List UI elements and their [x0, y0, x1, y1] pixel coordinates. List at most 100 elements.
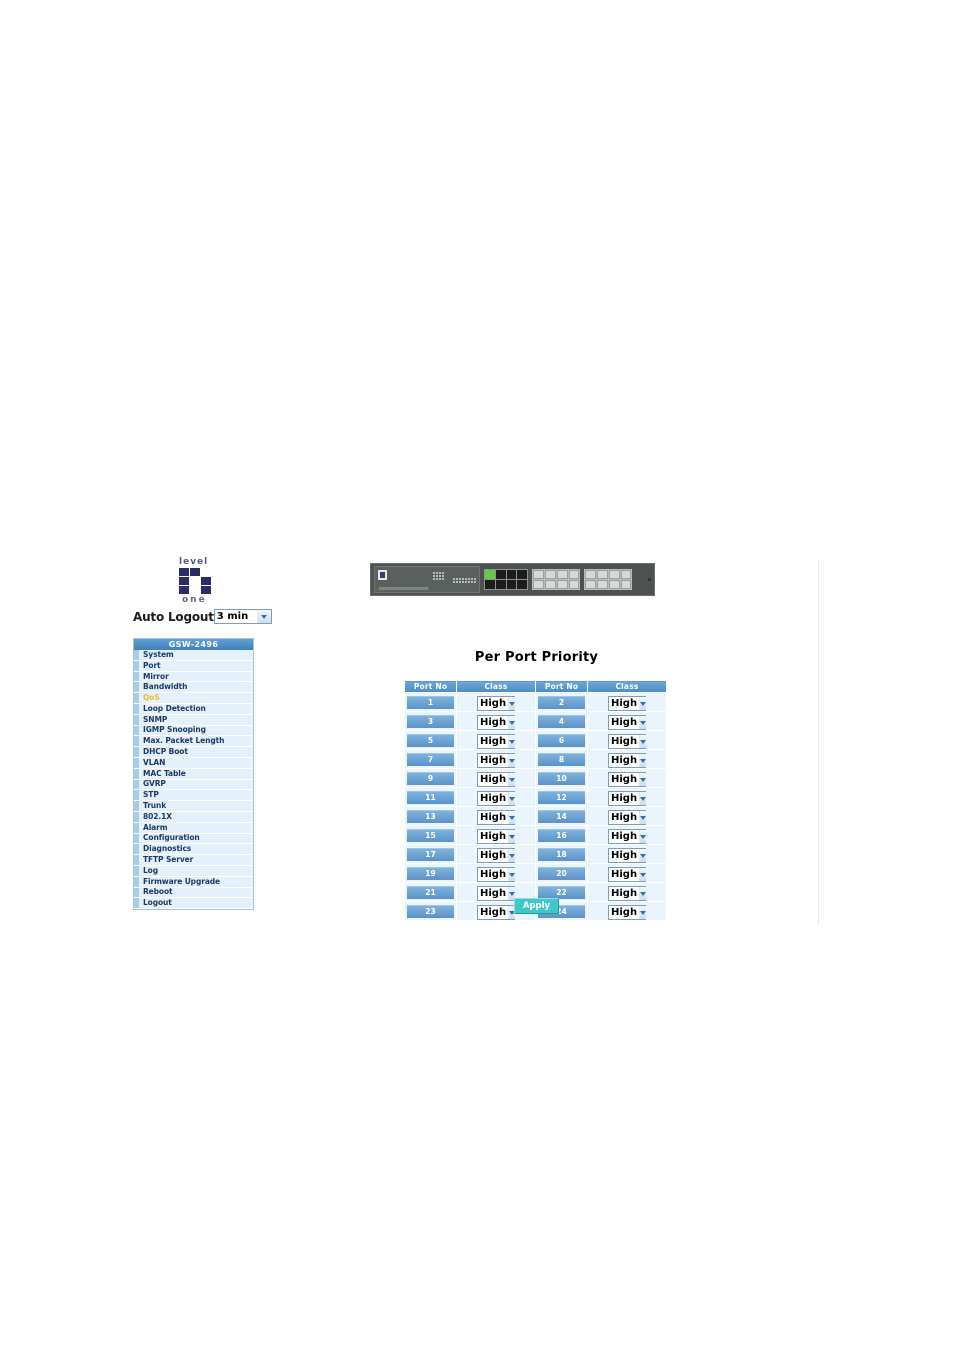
class-select-left[interactable]: High [477, 753, 516, 768]
sidebar-item-loop-detection[interactable]: Loop Detection [134, 704, 253, 715]
auto-logout-select[interactable]: 3 min [213, 609, 272, 624]
chevron-down-icon[interactable] [508, 849, 516, 862]
chevron-down-icon[interactable] [639, 792, 647, 805]
sidebar-item-dhcp-boot[interactable]: DHCP Boot [134, 747, 253, 758]
port-number: 6 [538, 733, 585, 747]
sidebar-item-bandwidth[interactable]: Bandwidth [134, 682, 253, 694]
sidebar-item-reboot[interactable]: Reboot [134, 887, 253, 899]
chevron-down-icon[interactable] [639, 697, 647, 710]
class-select-left[interactable]: High [477, 848, 516, 863]
class-select-right[interactable]: High [608, 696, 647, 711]
chevron-down-icon[interactable] [508, 811, 516, 824]
chevron-down-icon[interactable] [639, 811, 647, 824]
class-select-left[interactable]: High [477, 696, 516, 711]
chevron-down-icon[interactable] [508, 754, 516, 767]
chevron-down-icon[interactable] [639, 868, 647, 881]
class-select-right[interactable]: High [608, 753, 647, 768]
class-select-left[interactable]: High [477, 715, 516, 730]
chevron-down-icon[interactable] [639, 773, 647, 786]
sidebar-item-label: MAC Table [143, 768, 186, 778]
class-select-value: High [611, 717, 638, 728]
class-select-right[interactable]: High [608, 867, 647, 882]
port-number: 16 [538, 828, 585, 842]
class-select-right[interactable]: High [608, 715, 647, 730]
sidebar-item-trunk[interactable]: Trunk [134, 801, 253, 812]
chevron-down-icon[interactable] [639, 754, 647, 767]
sidebar-item-802-1x[interactable]: 802.1X [134, 812, 253, 823]
class-select-value: High [480, 850, 507, 861]
class-cell-right: High [587, 863, 667, 883]
chevron-down-icon[interactable] [508, 716, 516, 729]
sidebar-bullet-icon [134, 887, 139, 898]
class-select-left[interactable]: High [477, 734, 516, 749]
auto-logout-label: Auto Logout [133, 609, 214, 624]
sidebar-item-port[interactable]: Port [134, 661, 253, 672]
class-cell-left: High [456, 787, 536, 807]
sidebar-bullet-icon [134, 898, 139, 909]
class-select-value: High [611, 869, 638, 880]
device-port-bank-3 [584, 569, 633, 590]
left-column: level one [133, 558, 255, 608]
sidebar-bullet-icon [134, 811, 139, 822]
sidebar-bullet-icon [134, 703, 139, 714]
class-cell-left: High [456, 825, 536, 845]
class-cell-left: High [456, 768, 536, 788]
class-select-left[interactable]: High [477, 829, 516, 844]
sidebar-item-mac-table[interactable]: MAC Table [134, 769, 253, 780]
chevron-down-icon[interactable] [639, 735, 647, 748]
column-header-port-no-right: Port No [535, 680, 588, 693]
sidebar-item-vlan[interactable]: VLAN [134, 758, 253, 769]
sidebar-item-max-packet-length[interactable]: Max. Packet Length [134, 736, 253, 748]
class-select-right[interactable]: High [608, 772, 647, 787]
chevron-down-icon[interactable] [508, 697, 516, 710]
sidebar-item-mirror[interactable]: Mirror [134, 672, 253, 683]
class-select-right[interactable]: High [608, 810, 647, 825]
port-number: 15 [407, 828, 454, 842]
sidebar-item-label: Loop Detection [143, 703, 206, 713]
port-cell-left: 9 [404, 768, 457, 788]
chevron-down-icon[interactable] [639, 830, 647, 843]
sidebar-item-logout[interactable]: Logout [134, 898, 253, 910]
sidebar-item-gvrp[interactable]: GVRP [134, 779, 253, 791]
port-cell-right: 10 [535, 768, 588, 788]
sidebar-item-diagnostics[interactable]: Diagnostics [134, 844, 253, 856]
port-number: 17 [407, 847, 454, 861]
sidebar-menu: GSW-2496 System Port Mirror Bandwidth QoS Loo… [133, 638, 254, 911]
chevron-down-icon[interactable] [508, 830, 516, 843]
apply-button[interactable]: Apply [513, 898, 560, 914]
sidebar-item-stp[interactable]: STP [134, 790, 253, 802]
sidebar-item-configuration[interactable]: Configuration [134, 833, 253, 845]
class-select-left[interactable]: High [477, 810, 516, 825]
chevron-down-icon[interactable] [508, 735, 516, 748]
logo-word-level: level [179, 557, 209, 567]
class-select-left[interactable]: High [477, 772, 516, 787]
class-cell-right: High [587, 787, 667, 807]
sidebar-item-snmp[interactable]: SNMP [134, 715, 253, 726]
sidebar-item-firmware-upgrade[interactable]: Firmware Upgrade [134, 877, 253, 888]
class-select-right[interactable]: High [608, 848, 647, 863]
chevron-down-icon[interactable] [639, 849, 647, 862]
class-cell-left: High [456, 730, 536, 750]
class-select-right[interactable]: High [608, 734, 647, 749]
class-select-left[interactable]: High [477, 867, 516, 882]
sidebar-item-system[interactable]: System [134, 650, 253, 661]
sidebar-item-log[interactable]: Log [134, 866, 253, 877]
sidebar-item-igmp-snooping[interactable]: IGMP Snooping [134, 725, 253, 737]
class-select-value: High [480, 774, 507, 785]
logo-word-one: one [182, 595, 207, 605]
port-cell-right: 16 [535, 825, 588, 845]
chevron-down-icon[interactable] [508, 868, 516, 881]
sidebar-item-tftp-server[interactable]: TFTP Server [134, 855, 253, 866]
class-select-right[interactable]: High [608, 829, 647, 844]
class-select-value: High [611, 736, 638, 747]
chevron-down-icon[interactable] [256, 610, 271, 623]
class-select-right[interactable]: High [608, 791, 647, 806]
chevron-down-icon[interactable] [508, 792, 516, 805]
sidebar-item-alarm[interactable]: Alarm [134, 823, 253, 834]
port-cell-left: 7 [404, 749, 457, 769]
chevron-down-icon[interactable] [639, 716, 647, 729]
class-select-left[interactable]: High [477, 791, 516, 806]
class-cell-right: High [587, 806, 667, 826]
sidebar-item-qos[interactable]: QoS [134, 693, 253, 704]
chevron-down-icon[interactable] [508, 773, 516, 786]
